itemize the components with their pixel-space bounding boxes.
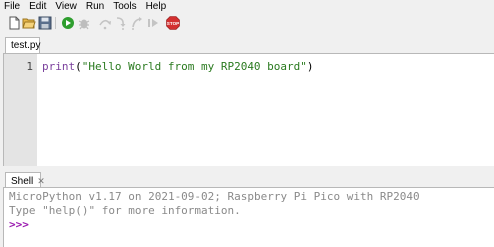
- stop-icon[interactable]: STOP: [166, 16, 180, 30]
- menu-view[interactable]: View: [51, 0, 82, 13]
- tab-test-py[interactable]: test.py: [5, 37, 40, 53]
- menu-tools[interactable]: Tools: [109, 0, 141, 13]
- shell-tab-label: Shell: [11, 176, 34, 187]
- menu-file[interactable]: File: [0, 0, 25, 13]
- toolbar-separator: [55, 17, 56, 29]
- step-out-icon[interactable]: [130, 16, 144, 30]
- line-number: 1: [26, 60, 33, 73]
- shell-tab-bar: Shell ✕: [0, 169, 494, 188]
- editor-tab-bar: test.py: [0, 34, 494, 53]
- step-into-icon[interactable]: [114, 16, 128, 30]
- menu-help[interactable]: Help: [142, 0, 172, 13]
- code-close-paren: ): [306, 60, 314, 73]
- shell-console[interactable]: MicroPython v1.17 on 2021-09-02; Raspber…: [3, 187, 494, 247]
- stop-icon-label: STOP: [167, 21, 179, 26]
- save-icon[interactable]: [38, 16, 52, 30]
- code-editor[interactable]: 1 print("Hello World from my RP2040 boar…: [3, 53, 494, 166]
- line-number-gutter: 1: [4, 54, 37, 166]
- menu-run[interactable]: Run: [82, 0, 109, 13]
- new-file-icon[interactable]: [7, 16, 21, 30]
- shell-banner: MicroPython v1.17 on 2021-09-02; Raspber…: [9, 190, 420, 203]
- open-folder-icon[interactable]: [22, 16, 36, 30]
- code-line[interactable]: print("Hello World from my RP2040 board"…: [42, 60, 314, 73]
- close-icon[interactable]: ✕: [37, 176, 45, 186]
- run-icon[interactable]: [61, 16, 75, 30]
- tab-label: test.py: [11, 40, 41, 51]
- menu-edit[interactable]: Edit: [25, 0, 51, 13]
- code-open-paren: (: [75, 60, 82, 73]
- shell-help-line: Type "help()" for more information.: [9, 204, 241, 217]
- code-string: "Hello World from my RP2040 board": [81, 60, 307, 73]
- toolbar: STOP: [0, 13, 494, 33]
- menu-bar: File Edit View Run Tools Help: [0, 0, 494, 13]
- tab-shell[interactable]: Shell ✕: [5, 172, 45, 188]
- shell-prompt[interactable]: >>>: [9, 218, 29, 231]
- resume-icon[interactable]: [146, 16, 160, 30]
- code-function: print: [42, 60, 76, 73]
- step-over-icon[interactable]: [98, 16, 112, 30]
- debug-icon[interactable]: [77, 16, 91, 30]
